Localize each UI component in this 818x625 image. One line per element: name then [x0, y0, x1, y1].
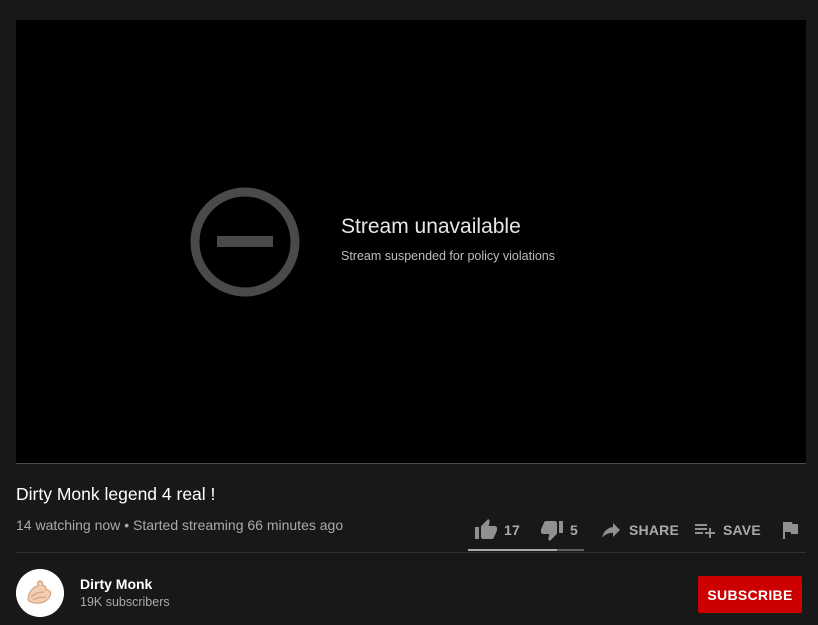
- circle-minus-icon: [190, 187, 300, 297]
- hands-avatar-icon: [16, 569, 64, 617]
- video-title: Dirty Monk legend 4 real !: [16, 484, 216, 504]
- flag-icon: [783, 522, 798, 539]
- stream-unavailable-title: Stream unavailable: [341, 215, 521, 238]
- playlist-add-icon: [695, 524, 715, 538]
- watching-count: 14 watching now: [16, 517, 121, 533]
- dislike-count: 5: [570, 522, 578, 538]
- meta-separator: •: [124, 517, 130, 533]
- video-meta: 14 watching now • Started streaming 66 m…: [16, 517, 343, 533]
- channel-name[interactable]: Dirty Monk: [80, 576, 152, 592]
- sentiment-bar-fill: [468, 549, 558, 551]
- share-button[interactable]: SHARE: [599, 518, 679, 542]
- save-label: SAVE: [723, 522, 761, 538]
- section-divider: [16, 552, 806, 553]
- like-button[interactable]: 17: [474, 518, 520, 542]
- subscribe-button[interactable]: SUBSCRIBE: [698, 576, 802, 613]
- dislike-button[interactable]: 5: [540, 518, 578, 542]
- share-arrow-icon: [602, 523, 620, 538]
- started-streaming: Started streaming 66 minutes ago: [132, 517, 344, 533]
- thumbs-up-icon: [475, 519, 497, 539]
- video-player[interactable]: Stream unavailable Stream suspended for …: [16, 20, 806, 463]
- subscriber-count: 19K subscribers: [80, 595, 170, 609]
- save-button[interactable]: SAVE: [693, 518, 761, 542]
- thumbs-down-icon: [541, 521, 563, 541]
- stream-unavailable-reason: Stream suspended for policy violations: [341, 249, 556, 263]
- channel-avatar[interactable]: [16, 569, 64, 617]
- like-count: 17: [504, 522, 520, 538]
- report-button[interactable]: [778, 518, 802, 542]
- player-progress-line: [16, 463, 806, 464]
- sentiment-bar: [468, 549, 584, 551]
- share-label: SHARE: [629, 522, 680, 538]
